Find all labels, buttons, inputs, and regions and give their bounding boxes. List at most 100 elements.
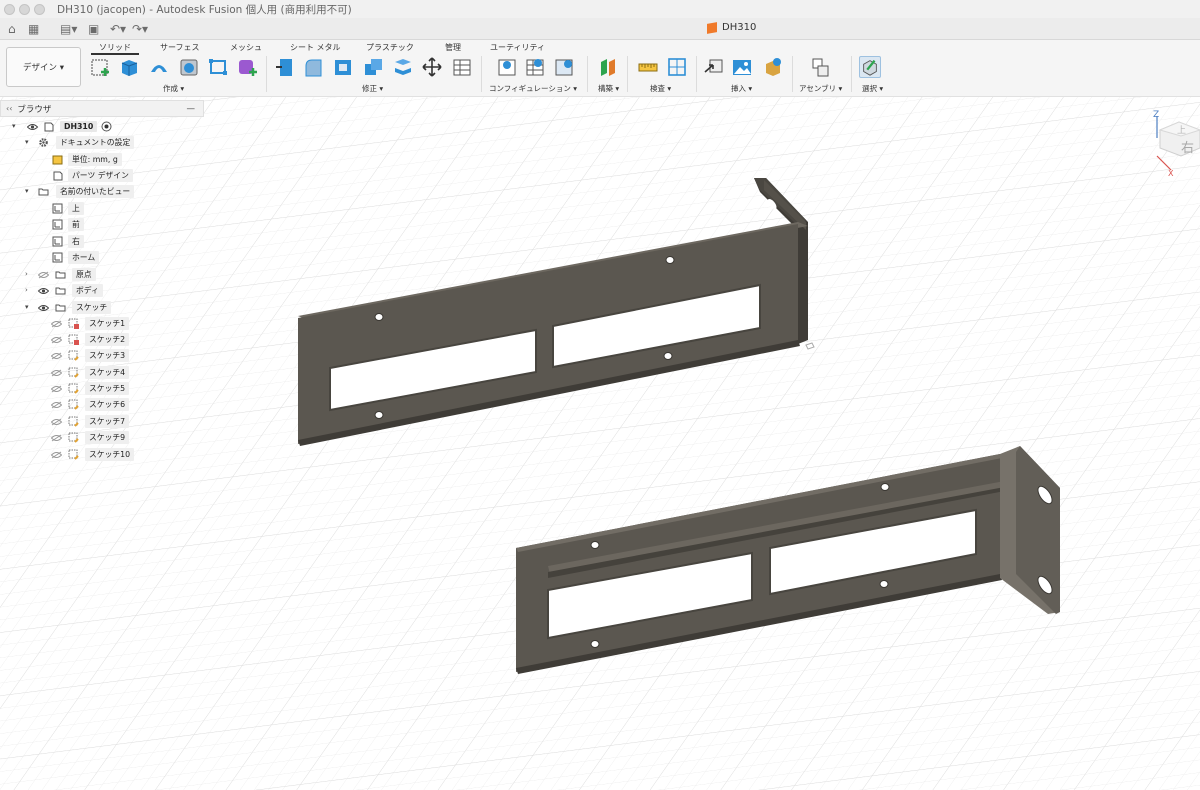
sketch-item[interactable]: スケッチ4 <box>85 366 130 379</box>
select-group-label[interactable]: 選択 ▾ <box>862 83 883 94</box>
create-form-icon[interactable] <box>236 56 258 78</box>
hidden-eye-icon[interactable] <box>38 271 49 279</box>
units-node[interactable]: 単位: mm, g <box>68 153 122 166</box>
folder-icon <box>55 271 66 279</box>
pattern-icon[interactable] <box>207 56 229 78</box>
named-views-node[interactable]: 名前の付いたビュー <box>56 185 135 198</box>
redo-icon[interactable]: ↷▾ <box>132 21 148 37</box>
save-icon[interactable]: ▣ <box>88 21 99 37</box>
sketch-item[interactable]: スケッチ3 <box>85 349 130 362</box>
construct-group-label[interactable]: 構築 ▾ <box>598 83 619 94</box>
browser-root-node[interactable]: DH310 <box>60 120 98 133</box>
browser-panel-header[interactable]: ‹‹ ブラウザ — <box>0 100 204 117</box>
collapse-arrow-icon[interactable]: › <box>25 270 28 278</box>
assembly-group-label[interactable]: アセンブリ ▾ <box>799 83 842 94</box>
hidden-eye-icon[interactable] <box>51 434 62 442</box>
active-indicator-icon[interactable] <box>101 121 112 132</box>
sweep-icon[interactable] <box>148 56 170 78</box>
sketch-item[interactable]: スケッチ2 <box>85 333 130 346</box>
create-sketch-icon[interactable] <box>90 56 112 78</box>
tab-mesh[interactable]: メッシュ <box>230 42 262 53</box>
document-settings-node[interactable]: ドキュメントの設定 <box>56 136 135 149</box>
insert-canvas-icon[interactable] <box>731 56 753 78</box>
configuration-rules-icon[interactable] <box>524 56 546 78</box>
viewcube[interactable]: Z 上 右 X <box>1143 108 1200 178</box>
hidden-eye-icon[interactable] <box>51 352 62 360</box>
tab-solid[interactable]: ソリッド <box>99 42 131 53</box>
zoom-window-button[interactable] <box>34 3 45 15</box>
expand-arrow-icon[interactable]: ▾ <box>25 187 29 195</box>
press-pull-icon[interactable] <box>274 56 296 78</box>
tab-utilities[interactable]: ユーティリティ <box>490 42 545 53</box>
visibility-eye-icon[interactable] <box>38 304 49 312</box>
part-design-node[interactable]: パーツ デザイン <box>68 169 133 182</box>
expand-arrow-icon[interactable]: ▾ <box>25 138 29 146</box>
section-analysis-icon[interactable] <box>666 56 688 78</box>
new-component-icon[interactable] <box>809 56 831 78</box>
visibility-eye-icon[interactable] <box>38 287 49 295</box>
document-tab[interactable]: DH310 <box>707 21 756 34</box>
named-view-top[interactable]: 上 <box>68 202 84 215</box>
expand-arrow-icon[interactable]: ▾ <box>12 122 16 130</box>
hidden-eye-icon[interactable] <box>51 418 62 426</box>
collapse-panel-icon[interactable]: ‹‹ <box>6 104 12 113</box>
sketch-item[interactable]: スケッチ7 <box>85 415 130 428</box>
configuration-group-label[interactable]: コンフィギュレーション ▾ <box>489 83 577 94</box>
sketch-item[interactable]: スケッチ9 <box>85 431 130 444</box>
hidden-eye-icon[interactable] <box>51 385 62 393</box>
home-icon[interactable]: ⌂ <box>8 21 16 37</box>
sketch-item[interactable]: スケッチ5 <box>85 382 130 395</box>
modify-group-label[interactable]: 修正 ▾ <box>362 83 383 94</box>
undo-icon[interactable]: ↶▾ <box>110 21 126 37</box>
sketch-item[interactable]: スケッチ6 <box>85 398 130 411</box>
named-view-right[interactable]: 右 <box>68 235 84 248</box>
folder-icon <box>55 287 66 295</box>
close-window-button[interactable] <box>4 3 15 15</box>
shell-icon[interactable] <box>332 56 354 78</box>
tab-plastic[interactable]: プラスチック <box>366 42 414 53</box>
inspect-group-label[interactable]: 検査 ▾ <box>650 83 671 94</box>
sketch-item[interactable]: スケッチ10 <box>85 448 135 461</box>
minimize-browser-icon[interactable]: — <box>187 104 196 114</box>
fillet-icon[interactable] <box>302 56 324 78</box>
hidden-eye-icon[interactable] <box>51 336 62 344</box>
workspace-switcher-button[interactable]: デザイン ▾ <box>6 47 81 87</box>
hidden-eye-icon[interactable] <box>51 451 62 459</box>
tab-surface[interactable]: サーフェス <box>160 42 200 53</box>
change-parameters-icon[interactable] <box>451 56 473 78</box>
offset-plane-icon[interactable] <box>597 56 619 78</box>
hidden-eye-icon[interactable] <box>51 401 62 409</box>
toolbar-separator <box>696 56 697 92</box>
sketch-item[interactable]: スケッチ1 <box>85 317 130 330</box>
move-copy-icon[interactable] <box>421 56 443 78</box>
named-view-home[interactable]: ホーム <box>68 251 100 264</box>
hidden-eye-icon[interactable] <box>51 320 62 328</box>
sketches-node[interactable]: スケッチ <box>72 301 112 314</box>
revolve-icon[interactable] <box>178 56 200 78</box>
grid-menu-icon[interactable]: ▦ <box>28 21 39 37</box>
select-tool-icon[interactable] <box>859 56 881 78</box>
window-title: DH310 (jacopen) - Autodesk Fusion 個人用 (商… <box>57 3 352 16</box>
origin-node[interactable]: 原点 <box>72 268 96 281</box>
tab-manage[interactable]: 管理 <box>445 42 461 53</box>
expand-arrow-icon[interactable]: ▾ <box>25 303 29 311</box>
visibility-eye-icon[interactable] <box>27 123 38 131</box>
named-view-front[interactable]: 前 <box>68 218 84 231</box>
split-body-icon[interactable] <box>392 56 414 78</box>
configuration-insert-icon[interactable] <box>553 56 575 78</box>
3d-viewport[interactable] <box>0 97 1200 790</box>
tab-sheet-metal[interactable]: シート メタル <box>290 42 341 53</box>
configure-table-icon[interactable] <box>496 56 518 78</box>
combine-icon[interactable] <box>362 56 384 78</box>
bodies-node[interactable]: ボディ <box>72 284 103 297</box>
file-menu-icon[interactable]: ▤▾ <box>60 21 77 37</box>
minimize-window-button[interactable] <box>19 3 30 15</box>
insert-derive-icon[interactable] <box>703 56 725 78</box>
insert-group-label[interactable]: 挿入 ▾ <box>731 83 752 94</box>
create-group-label[interactable]: 作成 ▾ <box>163 83 184 94</box>
extrude-box-icon[interactable] <box>118 56 140 78</box>
measure-icon[interactable] <box>637 56 659 78</box>
insert-mcmaster-icon[interactable] <box>762 56 784 78</box>
collapse-arrow-icon[interactable]: › <box>25 286 28 294</box>
hidden-eye-icon[interactable] <box>51 369 62 377</box>
